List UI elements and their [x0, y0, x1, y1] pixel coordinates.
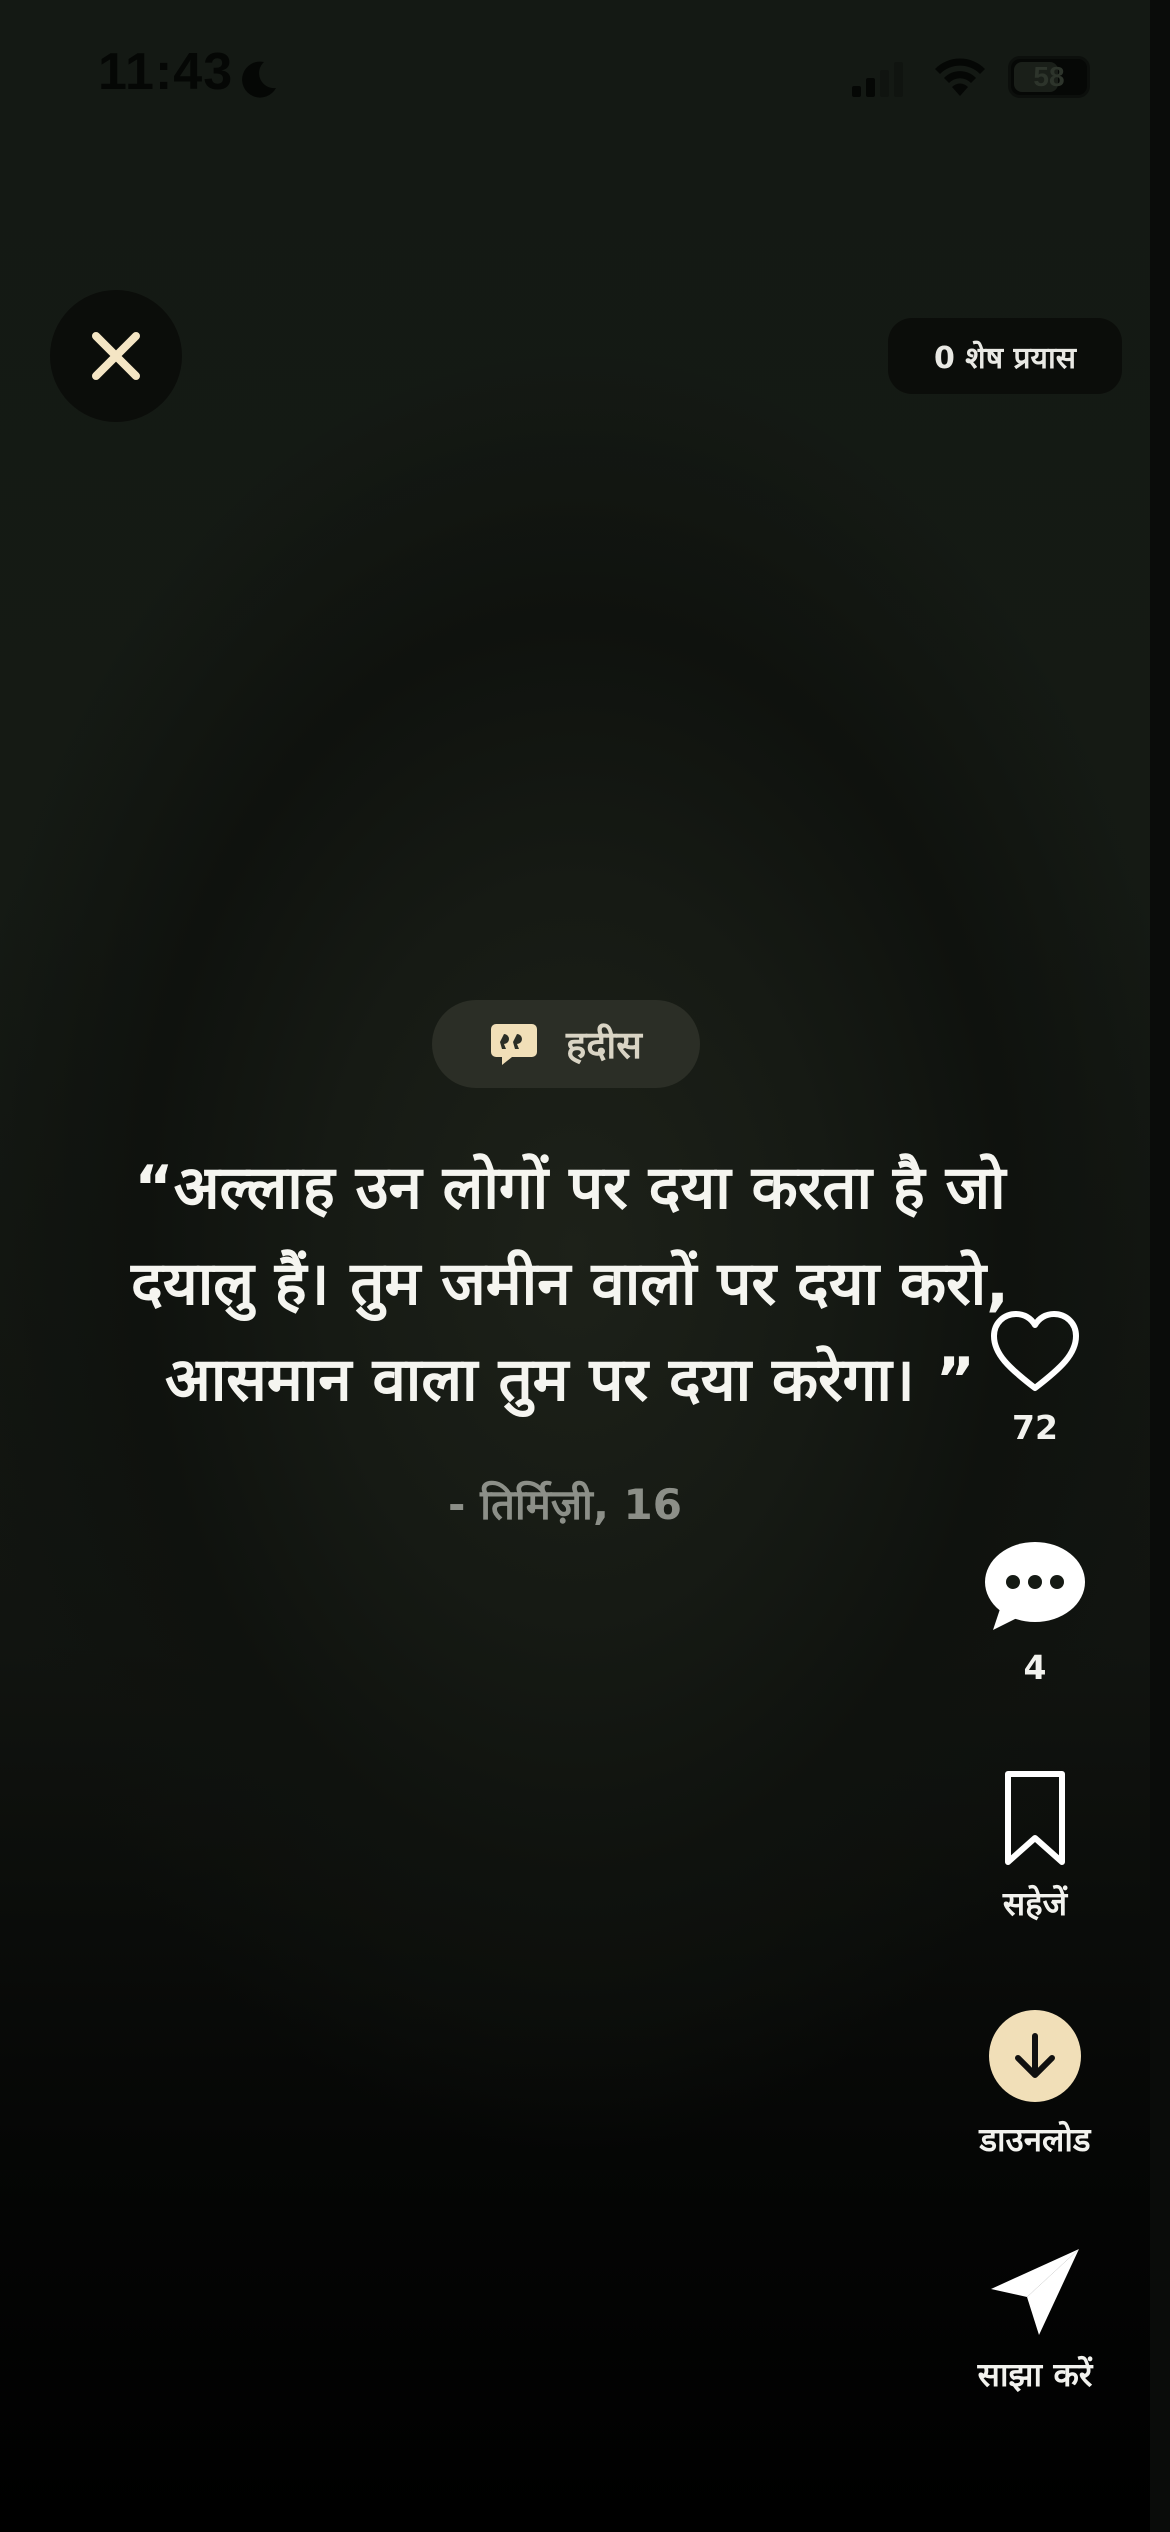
category-pill: हदीस [432, 1000, 700, 1088]
category-label: हदीस [566, 1023, 642, 1067]
quote-line: दयालु हैं। तुम जमीन वालों पर दया करो, [131, 1249, 1009, 1319]
attempts-badge: 0 शेष प्रयास [888, 318, 1122, 394]
quote-text: “अल्लाह उन लोगों पर दया करता है जो दयालु… [70, 1140, 1070, 1428]
download-circle [989, 2010, 1081, 2102]
quote-source: - तिर्मिज़ी, 16 [448, 1480, 682, 1529]
download-button[interactable]: डाउनलोड [955, 2010, 1115, 2161]
comment-icon [985, 1542, 1085, 1630]
save-label: सहेजें [1002, 1884, 1068, 1923]
status-time: 11:43 [98, 43, 234, 101]
close-icon [92, 332, 140, 380]
battery-percent: 58 [1033, 61, 1065, 92]
quote-line: “अल्लाह उन लोगों पर दया करता है जो [134, 1153, 1006, 1223]
comment-count: 4 [1023, 1648, 1047, 1687]
share-label: साझा करें [977, 2355, 1093, 2394]
download-icon [1015, 2033, 1055, 2078]
signal-icon [852, 62, 903, 97]
screen-edge [1150, 0, 1170, 2532]
like-count: 72 [1012, 1408, 1058, 1447]
close-button[interactable] [50, 290, 182, 422]
send-icon [991, 2249, 1079, 2335]
heart-icon [991, 1311, 1079, 1391]
moon-icon [242, 61, 276, 98]
quote-bubble-icon [491, 1024, 538, 1065]
battery-icon: 58 [1008, 56, 1090, 98]
status-bar: 11:43 58 [0, 0, 1170, 150]
download-label: डाउनलोड [979, 2120, 1091, 2159]
comment-button[interactable]: 4 [955, 1540, 1115, 1687]
quote-viewer-screen: 11:43 58 0 शेष प्रयास हदीस “अल्लाह उन लो… [0, 0, 1170, 2532]
save-button[interactable]: सहेजें [955, 1770, 1115, 1925]
bookmark-icon [1005, 1771, 1065, 1865]
quote-line: आसमान वाला तुम पर दया करेगा। ” [164, 1345, 976, 1415]
share-button[interactable]: साझा करें [955, 2245, 1115, 2396]
like-button[interactable]: 72 [955, 1310, 1115, 1447]
wifi-icon [935, 58, 985, 96]
